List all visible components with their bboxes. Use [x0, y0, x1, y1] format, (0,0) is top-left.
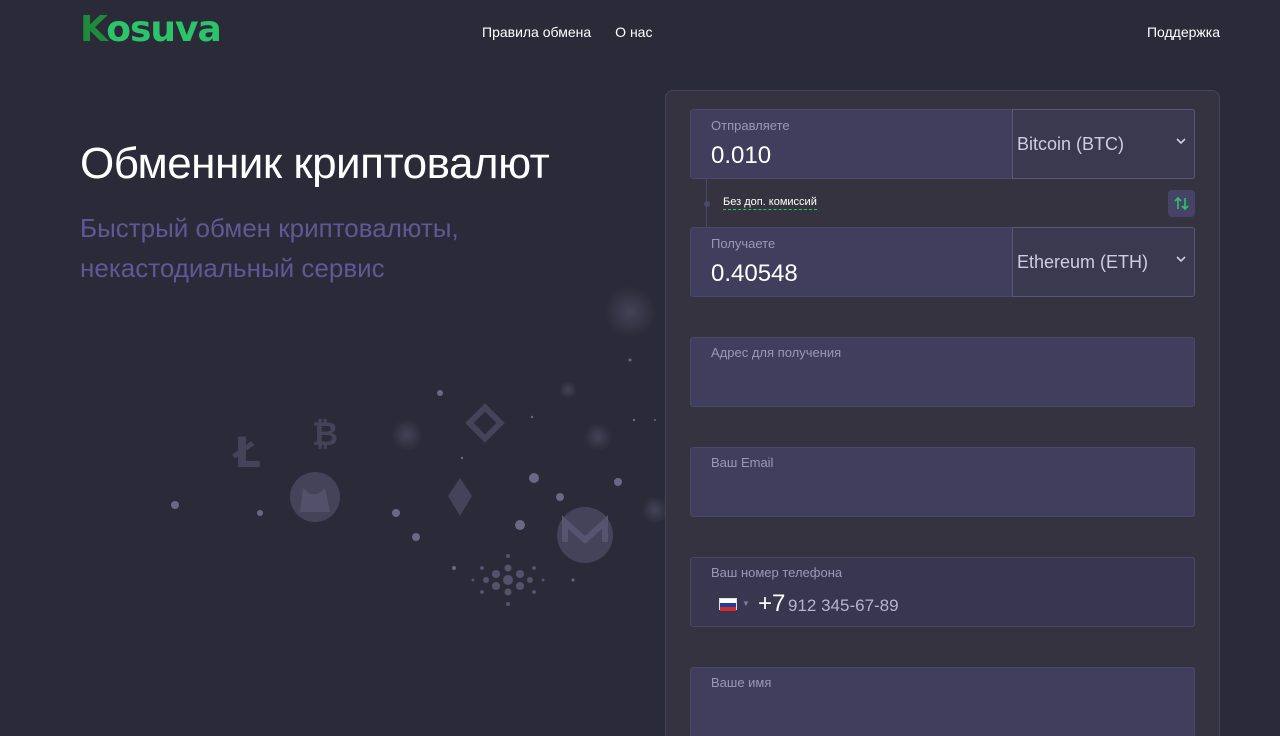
email-label: Ваш Email: [711, 455, 774, 470]
connector-dot: [704, 201, 710, 207]
fee-note[interactable]: Без доп. комиссий: [723, 196, 817, 210]
receive-amount: 0.40548: [711, 260, 798, 287]
send-currency: Bitcoin (BTC): [1017, 134, 1125, 154]
country-dropdown-icon[interactable]: ▼: [742, 599, 750, 608]
cardano-icon: [471, 554, 545, 606]
email-field[interactable]: Ваш Email: [690, 447, 1195, 517]
header: Kosuva Правила обмена О нас Поддержка: [0, 0, 1280, 64]
send-label: Отправляете: [711, 118, 790, 133]
glow-orb: [391, 419, 423, 451]
chevron-down-icon: [1176, 256, 1186, 263]
monero-icon: [557, 507, 613, 563]
exchange-panel: Отправляете 0.010 Bitcoin (BTC) Без доп.…: [665, 90, 1220, 736]
chevron-down-icon: [1176, 138, 1186, 145]
send-amount-input[interactable]: 0.010: [711, 142, 771, 170]
receive-amount-field[interactable]: Получаете 0.40548: [690, 227, 1012, 297]
hero-subtitle: Быстрый обмен криптовалюты, некастодиаль…: [80, 213, 459, 283]
send-currency-select[interactable]: Bitcoin (BTC): [1012, 109, 1195, 179]
glow-orb: [584, 423, 612, 451]
dogecoin-icon: [290, 472, 340, 522]
binance-icon: [465, 403, 505, 443]
crypto-decoration: Ł ₿: [171, 286, 669, 606]
glow-orb: [604, 286, 656, 338]
swap-button[interactable]: [1168, 190, 1195, 217]
receive-currency: Ethereum (ETH): [1017, 252, 1149, 272]
address-label: Адрес для получения: [711, 345, 842, 360]
phone-country-code: +7: [758, 590, 786, 617]
receive-label: Получаете: [711, 236, 776, 251]
phone-label: Ваш номер телефона: [711, 565, 843, 580]
page: Kosuva Правила обмена О нас Поддержка Об…: [0, 0, 1280, 736]
glow-orb: [559, 381, 577, 399]
bitcoin-icon: ₿: [312, 415, 338, 453]
ethereum-icon: [448, 478, 472, 516]
logo[interactable]: Kosuva: [80, 9, 222, 50]
main-nav: Правила обмена О нас: [482, 24, 652, 40]
support-link[interactable]: Поддержка: [1147, 24, 1220, 40]
hero-title: Обменник криптовалют: [80, 139, 550, 188]
send-amount-field[interactable]: Отправляете 0.010: [690, 109, 1012, 179]
phone-field[interactable]: Ваш номер телефона ▼ +7 912 345-67-89: [690, 557, 1195, 627]
phone-input[interactable]: 912 345-67-89: [788, 596, 899, 616]
swap-arrows-icon: [1174, 196, 1189, 211]
logo-text: osuva: [106, 9, 222, 50]
address-field[interactable]: Адрес для получения: [690, 337, 1195, 407]
russia-flag-icon[interactable]: [719, 598, 737, 611]
nav-about[interactable]: О нас: [615, 24, 652, 40]
receive-currency-select[interactable]: Ethereum (ETH): [1012, 227, 1195, 297]
litecoin-icon: Ł: [232, 428, 261, 477]
logo-first-letter: K: [80, 9, 107, 50]
nav-exchange-rules[interactable]: Правила обмена: [482, 24, 591, 40]
name-field[interactable]: Ваше имя: [690, 667, 1195, 736]
name-label: Ваше имя: [711, 675, 772, 690]
